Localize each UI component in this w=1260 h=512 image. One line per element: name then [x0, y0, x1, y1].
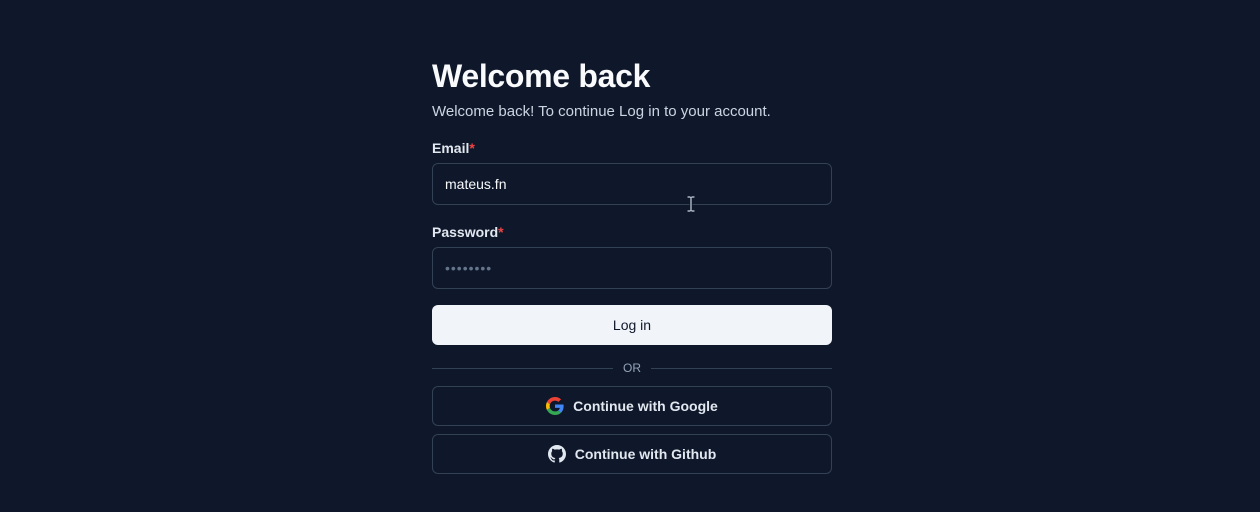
divider-line-left	[432, 367, 613, 369]
email-label-text: Email	[432, 140, 470, 156]
divider-line-right	[651, 367, 832, 369]
password-label-text: Password	[432, 224, 499, 240]
or-divider: OR	[432, 361, 832, 375]
login-form-container: Welcome back Welcome back! To continue L…	[432, 56, 832, 474]
email-required-mark: *	[469, 140, 475, 156]
page-title: Welcome back	[432, 58, 651, 94]
text-cursor-icon	[686, 196, 696, 212]
password-label: Password*	[432, 223, 832, 241]
github-icon	[547, 445, 566, 463]
continue-with-github-button[interactable]: Continue with Github	[432, 434, 832, 474]
google-icon	[546, 397, 564, 415]
login-button[interactable]: Log in	[432, 305, 832, 345]
email-field[interactable]	[432, 163, 832, 205]
password-field[interactable]	[432, 247, 832, 289]
email-label: Email*	[432, 139, 832, 157]
continue-with-google-button[interactable]: Continue with Google	[432, 386, 832, 426]
page-subtitle: Welcome back! To continue Log in to your…	[432, 103, 771, 120]
google-button-label: Continue with Google	[573, 398, 718, 414]
password-required-mark: *	[498, 224, 504, 240]
divider-text: OR	[623, 361, 641, 375]
github-button-label: Continue with Github	[574, 446, 717, 462]
